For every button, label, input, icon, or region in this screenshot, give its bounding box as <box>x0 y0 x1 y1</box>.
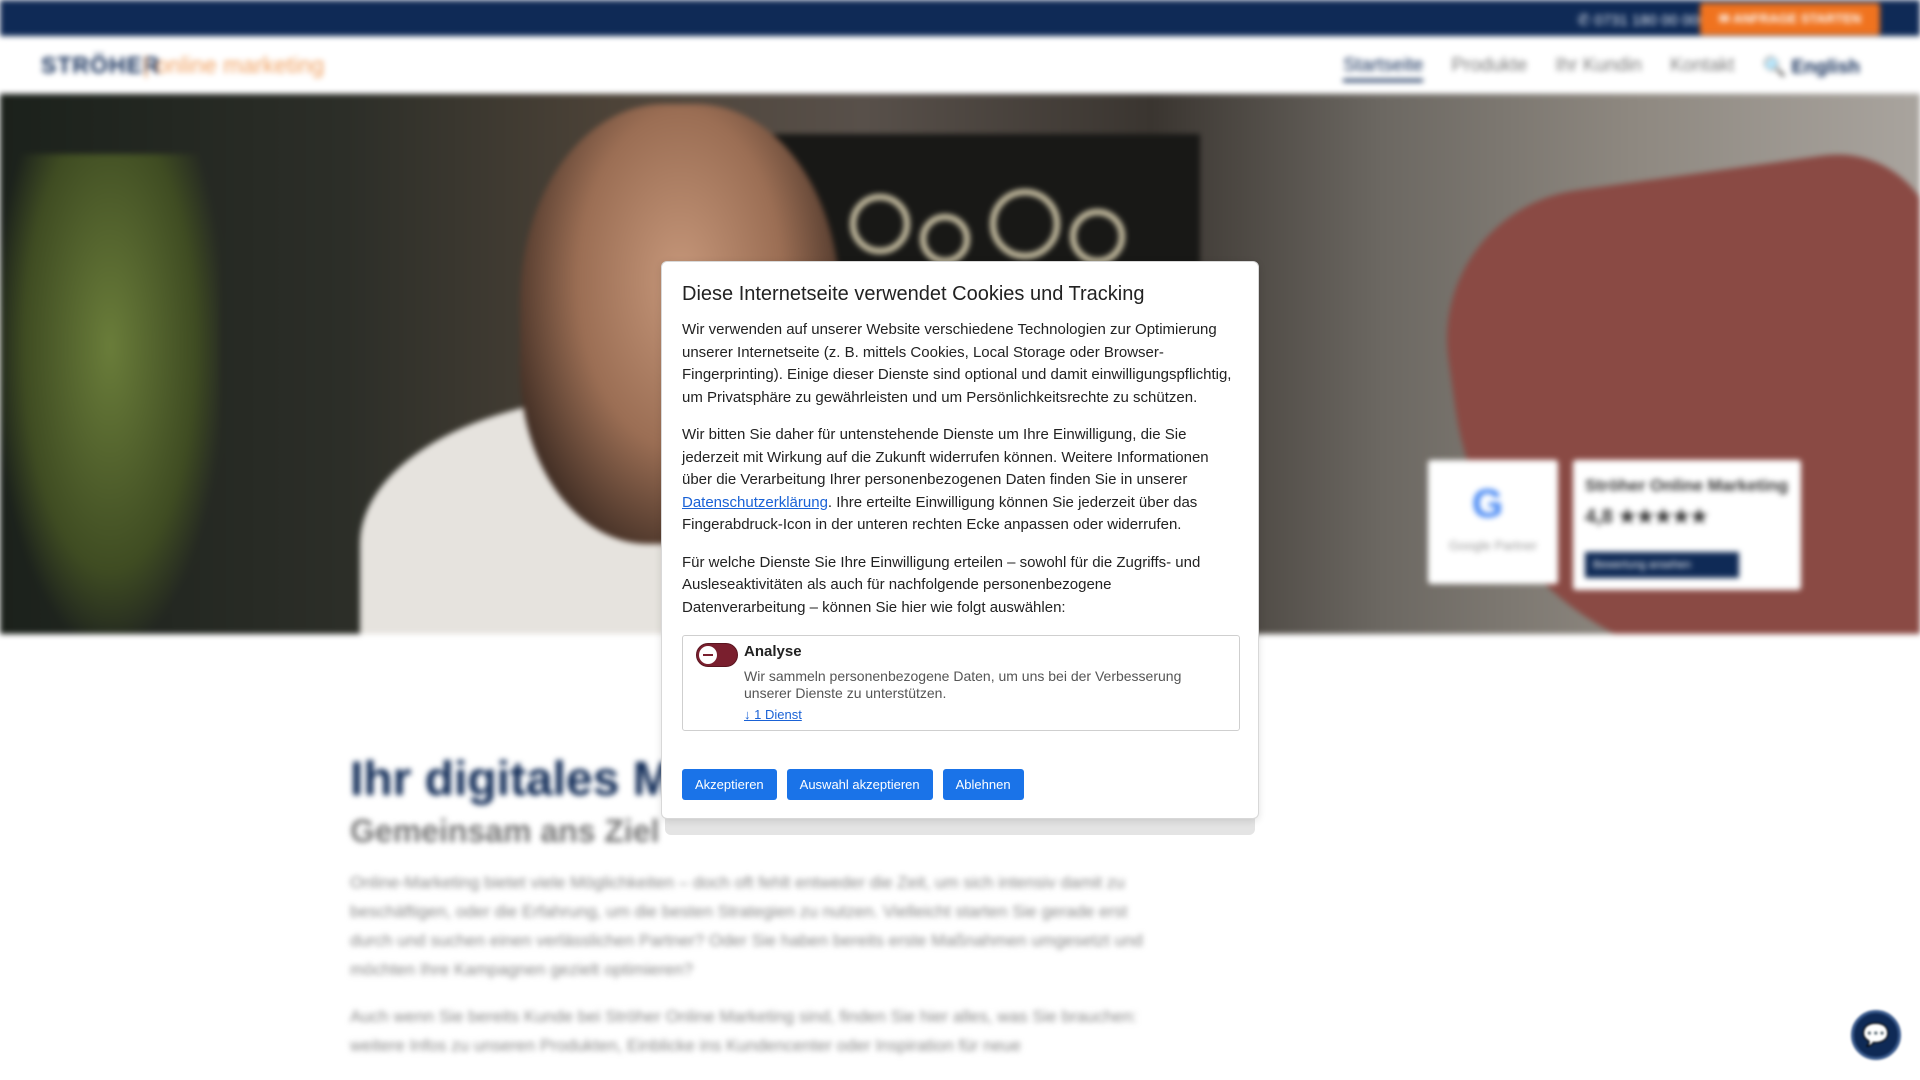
cookie-paragraph-1: Wir verwenden auf unserer Website versch… <box>682 321 1232 406</box>
decline-button[interactable]: Ablehnen <box>942 769 1024 800</box>
chat-button[interactable]: 💬 <box>1851 1010 1901 1060</box>
privacy-policy-link[interactable]: Datenschutzerklärung <box>682 494 828 511</box>
top-bar: ✆ 0731 180 00 000 ✉ ANFRAGE STARTEN <box>0 0 1920 36</box>
analytics-services-link[interactable]: ↓ 1 Dienst <box>744 707 802 722</box>
google-partner-label: Google Partner <box>1448 538 1538 553</box>
hero-decor-ring <box>850 194 910 254</box>
cookie-consent-dialog: Diese Internetseite verwendet Cookies un… <box>661 261 1259 819</box>
nav-item-kundin[interactable]: Ihr Kundin <box>1555 55 1642 82</box>
hero-decor-ring <box>990 189 1060 259</box>
cookie-dialog-title: Diese Internetseite verwendet Cookies un… <box>682 283 1145 305</box>
rating-widget: Ströher Online Marketing 4,8 ★★★★★ Bewer… <box>1573 460 1801 590</box>
hero-decor-ring <box>1070 209 1125 264</box>
language-switch[interactable]: 🔍 English <box>1762 55 1860 82</box>
rating-title: Ströher Online Marketing <box>1585 476 1789 495</box>
company-logo-subtitle: | online marketing <box>143 52 325 78</box>
accept-button[interactable]: Akzeptieren <box>682 769 777 800</box>
analytics-service-box: Analyse Wir sammeln personenbezogene Dat… <box>682 635 1240 731</box>
rating-button[interactable]: Bewertung ansehen <box>1585 552 1739 578</box>
analytics-toggle[interactable] <box>696 643 738 667</box>
hero-plant <box>0 154 220 634</box>
nav-item-kontakt[interactable]: Kontakt <box>1670 55 1734 82</box>
chat-icon: 💬 <box>1862 1022 1890 1047</box>
google-partner-badge[interactable]: G Google Partner <box>1428 460 1558 584</box>
cookie-paragraph-2: Wir bitten Sie daher für untenstehende D… <box>682 424 1238 537</box>
cookie-button-row: Akzeptieren Auswahl akzeptieren Ablehnen <box>682 769 1238 800</box>
toggle-knob-icon <box>699 646 717 664</box>
rating-stars: 4,8 ★★★★★ <box>1585 506 1709 528</box>
nav-menu: Startseite Produkte Ihr Kundin Kontakt 🔍… <box>1343 55 1860 82</box>
hero-decor-ring <box>920 214 970 264</box>
request-button[interactable]: ✉ ANFRAGE STARTEN <box>1700 3 1880 35</box>
nav-item-startseite[interactable]: Startseite <box>1343 55 1424 82</box>
intro-paragraph-1: Online-Marketing bietet viele Möglichkei… <box>350 873 1143 979</box>
accept-selection-button[interactable]: Auswahl akzeptieren <box>786 769 933 800</box>
google-icon: G <box>1472 482 1504 526</box>
phone-link[interactable]: ✆ 0731 180 00 000 <box>1578 11 1707 29</box>
main-navigation: STRÖHER | online marketing Startseite Pr… <box>0 38 1920 94</box>
analytics-description: Wir sammeln personenbezogene Daten, um u… <box>744 668 1182 701</box>
intro-paragraph-2: Auch wenn Sie bereits Kunde bei Ströher … <box>350 1007 1138 1055</box>
analytics-title: Analyse <box>744 643 802 660</box>
nav-item-produkte[interactable]: Produkte <box>1451 55 1527 82</box>
cookie-paragraph-3: Für welche Dienste Sie Ihre Einwilligung… <box>682 553 1201 616</box>
cookie-paragraph-2-text: Wir bitten Sie daher für untenstehende D… <box>682 426 1209 488</box>
